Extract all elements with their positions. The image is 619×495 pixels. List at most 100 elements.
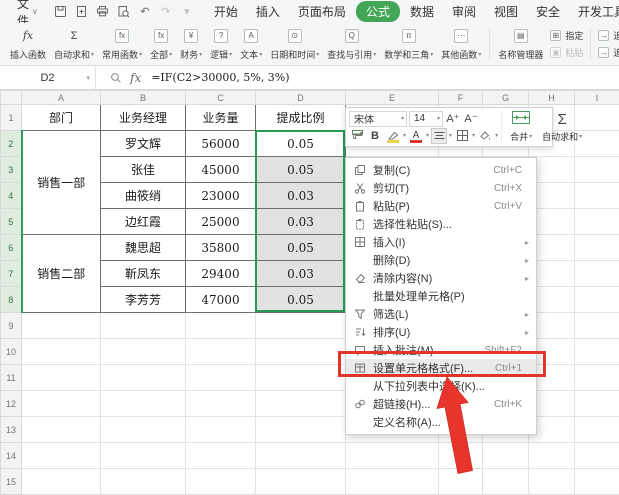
more-functions-button[interactable]: ⋯ 其他函数▾ bbox=[437, 26, 485, 62]
row-header-11[interactable]: 11 bbox=[1, 365, 22, 391]
cell[interactable] bbox=[101, 443, 186, 469]
name-box[interactable]: D2 ▾ bbox=[0, 66, 96, 89]
col-header-E[interactable]: E bbox=[346, 91, 439, 105]
cell[interactable] bbox=[256, 417, 346, 443]
tab-view[interactable]: 视图 bbox=[486, 1, 526, 22]
row-header-3[interactable]: 3 bbox=[1, 157, 22, 183]
text-functions-button[interactable]: A 文本▾ bbox=[236, 26, 266, 62]
tab-insert[interactable]: 插入 bbox=[248, 1, 288, 22]
cell[interactable] bbox=[256, 339, 346, 365]
cell-C5[interactable]: 25000 bbox=[186, 209, 256, 235]
col-header-D[interactable]: D bbox=[256, 91, 346, 105]
tab-review[interactable]: 审阅 bbox=[444, 1, 484, 22]
bold-button[interactable]: B bbox=[367, 128, 383, 144]
menu-item-insert-comment[interactable]: 插入批注(M)... Shift+F2 bbox=[346, 341, 536, 359]
menu-item-insert[interactable]: 插入(I) ▸ bbox=[346, 233, 536, 251]
select-all-corner[interactable] bbox=[1, 91, 22, 105]
common-functions-button[interactable]: fx 常用函数▾ bbox=[98, 26, 146, 62]
cell[interactable] bbox=[186, 365, 256, 391]
tab-home[interactable]: 开始 bbox=[206, 1, 246, 22]
cell-D4[interactable]: 0.03 bbox=[256, 183, 346, 209]
cell-C8[interactable]: 47000 bbox=[186, 287, 256, 313]
undo-icon[interactable]: ↶ bbox=[138, 5, 152, 19]
cell-D7[interactable]: 0.03 bbox=[256, 261, 346, 287]
format-painter-icon[interactable] bbox=[349, 128, 365, 144]
cell[interactable] bbox=[22, 469, 101, 495]
cell[interactable] bbox=[346, 469, 439, 495]
tab-page-layout[interactable]: 页面布局 bbox=[290, 1, 354, 22]
menu-item-paste[interactable]: 粘贴(P) Ctrl+V bbox=[346, 197, 536, 215]
cell[interactable] bbox=[256, 365, 346, 391]
cell[interactable] bbox=[256, 469, 346, 495]
zoom-formula-icon[interactable] bbox=[110, 72, 122, 84]
cell-D1[interactable]: 提成比例 bbox=[256, 105, 346, 131]
cell[interactable] bbox=[22, 365, 101, 391]
cell-B6[interactable]: 魏思超 bbox=[101, 235, 186, 261]
cell[interactable] bbox=[101, 339, 186, 365]
col-header-I[interactable]: I bbox=[575, 91, 619, 105]
print-preview-icon[interactable] bbox=[117, 5, 131, 19]
cell[interactable] bbox=[101, 313, 186, 339]
tab-formulas[interactable]: 公式 bbox=[356, 1, 400, 22]
cell-B4[interactable]: 曲筱绡 bbox=[101, 183, 186, 209]
more-commands-icon[interactable]: ▾ bbox=[180, 5, 194, 19]
cell[interactable] bbox=[22, 443, 101, 469]
shrink-font-button[interactable]: A⁻ bbox=[463, 111, 479, 127]
row-header-14[interactable]: 14 bbox=[1, 443, 22, 469]
cell-A2-merged[interactable]: 销售一部 bbox=[22, 131, 101, 235]
row-header-10[interactable]: 10 bbox=[1, 339, 22, 365]
highlight-color-button[interactable] bbox=[385, 128, 401, 144]
col-header-A[interactable]: A bbox=[22, 91, 101, 105]
cell-C6[interactable]: 35800 bbox=[186, 235, 256, 261]
cell[interactable] bbox=[186, 469, 256, 495]
menu-item-copy[interactable]: 复制(C) Ctrl+C bbox=[346, 161, 536, 179]
formula-input[interactable]: =IF(C2>30000, 5%, 3%) bbox=[151, 71, 289, 84]
cell[interactable] bbox=[575, 261, 619, 287]
cell-D6[interactable]: 0.05 bbox=[256, 235, 346, 261]
cell[interactable] bbox=[575, 365, 619, 391]
print-icon[interactable] bbox=[96, 5, 110, 19]
cell-B8[interactable]: 李芳芳 bbox=[101, 287, 186, 313]
menu-item-define-name[interactable]: 定义名称(A)... bbox=[346, 413, 536, 431]
menu-item-format-cells[interactable]: 设置单元格格式(F)... Ctrl+1 bbox=[346, 359, 536, 377]
cell-B7[interactable]: 靳凤东 bbox=[101, 261, 186, 287]
menu-item-paste-special[interactable]: 选择性粘贴(S)... bbox=[346, 215, 536, 233]
menu-item-clear-contents[interactable]: 清除内容(N) ▸ bbox=[346, 269, 536, 287]
redo-icon[interactable]: ↷ bbox=[159, 5, 173, 19]
col-header-C[interactable]: C bbox=[186, 91, 256, 105]
tab-data[interactable]: 数据 bbox=[402, 1, 442, 22]
cell[interactable] bbox=[22, 391, 101, 417]
name-manager-button[interactable]: ▤ 名称管理器 bbox=[494, 26, 547, 62]
cell[interactable] bbox=[186, 391, 256, 417]
cell[interactable] bbox=[575, 443, 619, 469]
row-header-7[interactable]: 7 bbox=[1, 261, 22, 287]
trace-dependents-button[interactable]: → 追踪从属单元格 bbox=[598, 46, 619, 59]
cell[interactable] bbox=[186, 417, 256, 443]
cell[interactable] bbox=[575, 313, 619, 339]
font-size-select[interactable]: 14▾ bbox=[409, 111, 443, 127]
cell[interactable] bbox=[256, 443, 346, 469]
row-header-13[interactable]: 13 bbox=[1, 417, 22, 443]
cell-C7[interactable]: 29400 bbox=[186, 261, 256, 287]
cell[interactable] bbox=[101, 365, 186, 391]
row-header-8[interactable]: 8 bbox=[1, 287, 22, 313]
cell-D5[interactable]: 0.03 bbox=[256, 209, 346, 235]
cell-A1[interactable]: 部门 bbox=[22, 105, 101, 131]
menu-item-batch-process-cells[interactable]: 批量处理单元格(P) bbox=[346, 287, 536, 305]
row-header-9[interactable]: 9 bbox=[1, 313, 22, 339]
save-icon[interactable] bbox=[54, 5, 68, 19]
lookup-reference-button[interactable]: Q 查找与引用▾ bbox=[323, 26, 380, 62]
row-header-15[interactable]: 15 bbox=[1, 469, 22, 495]
cell[interactable] bbox=[186, 339, 256, 365]
col-header-G[interactable]: G bbox=[483, 91, 529, 105]
trace-precedents-button[interactable]: → 追踪引用单元格 bbox=[598, 29, 619, 42]
menu-item-cut[interactable]: 剪切(T) Ctrl+X bbox=[346, 179, 536, 197]
cell[interactable] bbox=[439, 469, 483, 495]
cell[interactable] bbox=[22, 339, 101, 365]
autosum-mini-button[interactable]: Σ 自动求和▾ bbox=[537, 110, 587, 144]
menu-item-sort[interactable]: 排序(U) ▸ bbox=[346, 323, 536, 341]
tab-security[interactable]: 安全 bbox=[528, 1, 568, 22]
export-icon[interactable] bbox=[75, 5, 89, 19]
col-header-H[interactable]: H bbox=[529, 91, 575, 105]
cell-C1[interactable]: 业务量 bbox=[186, 105, 256, 131]
